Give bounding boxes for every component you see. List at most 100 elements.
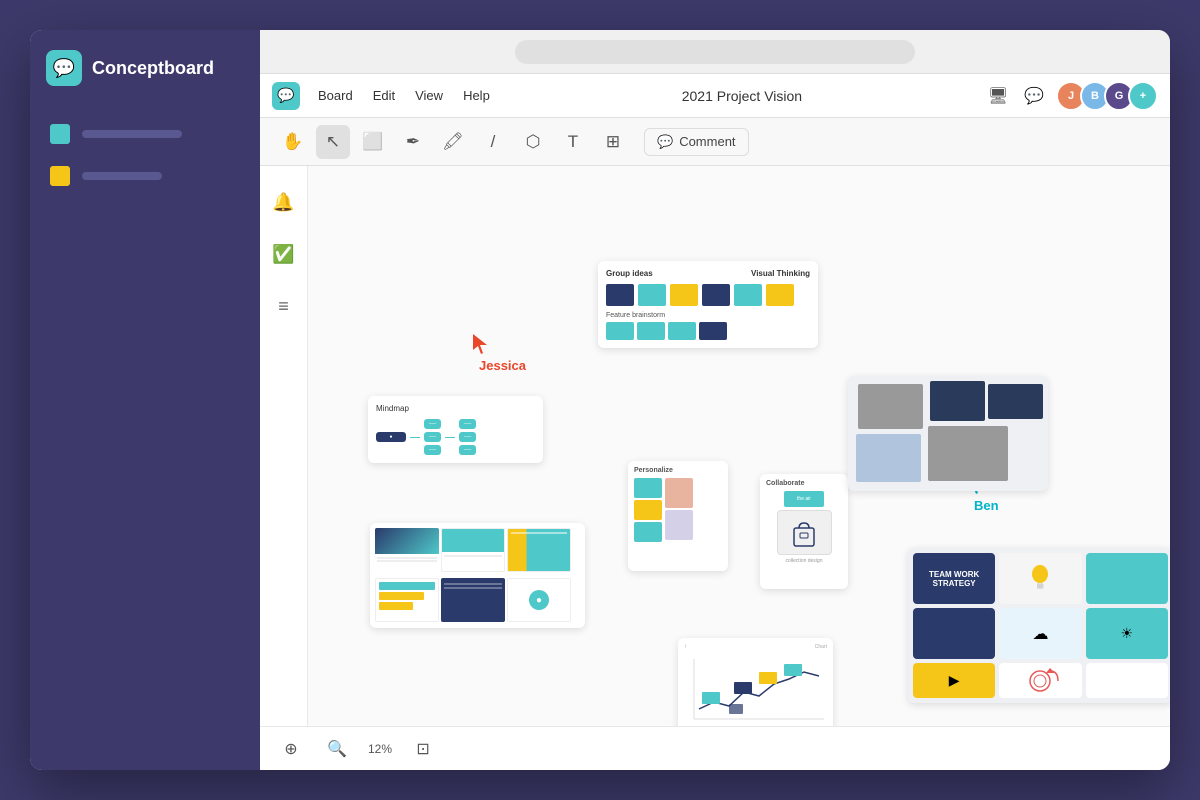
sidebar-item-teal[interactable] xyxy=(46,116,244,152)
pen-tool[interactable]: ✒ xyxy=(396,125,430,159)
mindmap-title: Mindmap xyxy=(376,404,535,413)
sticky-yellow-2 xyxy=(766,284,794,306)
slide-1 xyxy=(375,528,439,572)
mnode-3: ── xyxy=(424,445,441,455)
sticky-notes-group xyxy=(606,284,810,306)
photo-3 xyxy=(928,426,1008,481)
mnode-4: ── xyxy=(459,419,476,429)
slide-6: ● xyxy=(507,578,571,622)
personalize-title: Personalize xyxy=(634,467,722,474)
mline-2 xyxy=(445,437,455,438)
hand-tool[interactable]: ✋ xyxy=(276,125,310,159)
bottom-bar: ⊕ 🔍 12% ⊡ xyxy=(260,726,1170,770)
lightbulb-icon xyxy=(1028,564,1053,594)
feature-brainstorm: Feature brainstorm xyxy=(606,312,810,340)
zoom-in-tool[interactable]: 🔍 xyxy=(322,734,352,764)
slide-5 xyxy=(441,578,505,622)
monitor-icon[interactable]: 🖥 xyxy=(984,82,1012,110)
canvas-board[interactable]: Jessica Ben George xyxy=(308,166,1170,726)
zoom-level: 12% xyxy=(368,742,392,756)
sidebar-logo[interactable]: 💬 Conceptboard xyxy=(46,50,244,86)
comment-button[interactable]: 💬 Comment xyxy=(644,128,749,156)
pers-1 xyxy=(634,478,662,498)
collaborate-content: the air collection design xyxy=(766,491,842,564)
sticky-dark-2 xyxy=(702,284,730,306)
loop-icon xyxy=(1020,663,1060,698)
bell-tool[interactable]: 🔔 xyxy=(268,186,300,218)
sticky-teal-1 xyxy=(638,284,666,306)
chart-y-label: ↑ xyxy=(684,644,687,650)
feat-sticky-2 xyxy=(637,322,665,340)
personalize-content xyxy=(634,478,722,542)
sticky-teal-2 xyxy=(734,284,762,306)
slides-card: ● xyxy=(370,523,585,628)
fit-screen-tool[interactable]: ⊡ xyxy=(408,734,438,764)
pers-sketch-2 xyxy=(665,510,693,540)
tw-slide-sun: ☀ xyxy=(1086,608,1168,659)
collab-sketch xyxy=(777,510,832,555)
compass-tool[interactable]: ⊕ xyxy=(276,734,306,764)
tw-slide-teal xyxy=(1086,553,1168,604)
menu-help[interactable]: Help xyxy=(453,84,500,107)
mnode-6: ── xyxy=(459,445,476,455)
sidebar-color-teal xyxy=(50,124,70,144)
photo-2 xyxy=(930,381,985,421)
feat-sticky-1 xyxy=(606,322,634,340)
avatar-stack: J B G + xyxy=(1056,81,1158,111)
menu-logo-icon: 💬 xyxy=(272,82,300,110)
photo-mosaic xyxy=(848,376,1048,491)
jessica-cursor: Jessica xyxy=(473,334,532,375)
top-bar-search[interactable] xyxy=(515,40,915,64)
tw-slide-cloud: ☁ xyxy=(999,608,1081,659)
list-tool[interactable]: ≡ xyxy=(268,290,300,322)
text-tool[interactable]: T xyxy=(556,125,590,159)
tw-video: ▶ xyxy=(913,663,995,698)
board-title: 2021 Project Vision xyxy=(500,88,984,104)
menu-view[interactable]: View xyxy=(405,84,453,107)
shapes-tool[interactable]: ⬡ xyxy=(516,125,550,159)
line-tool[interactable]: / xyxy=(476,125,510,159)
jessica-name: Jessica xyxy=(473,356,532,375)
collaborate-card: Collaborate the air collection design xyxy=(760,474,848,589)
canvas-left-tools: 🔔 ✅ ≡ xyxy=(260,166,308,726)
menu-board[interactable]: Board xyxy=(308,84,363,107)
feature-stickies xyxy=(606,322,810,340)
tw-lightbulb xyxy=(999,553,1081,604)
pers-3 xyxy=(634,522,662,542)
sticky-yellow-1 xyxy=(670,284,698,306)
collab-sticky-1: the air xyxy=(784,491,824,507)
collaborate-title: Collaborate xyxy=(766,480,842,487)
menu-bar: 💬 Board Edit View Help 2021 Project Visi… xyxy=(260,74,1170,118)
chart-labels: Chart xyxy=(815,644,827,650)
check-tool[interactable]: ✅ xyxy=(268,238,300,270)
toolbar: ✋ ↖ ⬜ ✒ 🖍 / ⬡ T ⊞ 💬 Comment xyxy=(260,118,1170,166)
slide-2 xyxy=(441,528,505,572)
eraser-tool[interactable]: ⬜ xyxy=(356,125,390,159)
bag-sketch xyxy=(789,518,819,548)
feature-brainstorm-label: Feature brainstorm xyxy=(606,312,810,319)
chat-icon[interactable]: 💬 xyxy=(1020,82,1048,110)
mnode-2: ── xyxy=(424,432,441,442)
highlighter-tool[interactable]: 🖍 xyxy=(436,125,470,159)
comment-icon: 💬 xyxy=(657,134,673,150)
logo-text: Conceptboard xyxy=(92,58,214,79)
personalize-left xyxy=(634,478,662,542)
comment-label: Comment xyxy=(679,134,735,149)
visual-thinking-title: Visual Thinking xyxy=(751,269,810,278)
personalize-card: Personalize xyxy=(628,461,728,571)
logo-icon: 💬 xyxy=(46,50,82,86)
sidebar-item-yellow[interactable] xyxy=(46,158,244,194)
feat-sticky-3 xyxy=(668,322,696,340)
table-tool[interactable]: ⊞ xyxy=(596,125,630,159)
menu-edit[interactable]: Edit xyxy=(363,84,405,107)
top-bar xyxy=(260,30,1170,74)
mindmap-nodes: ● ── ── ── ── ── ── xyxy=(376,419,535,455)
cursor-tool[interactable]: ↖ xyxy=(316,125,350,159)
sidebar-item-line-1 xyxy=(82,130,182,138)
mnode-center: ● xyxy=(376,432,406,442)
sticky-dark-1 xyxy=(606,284,634,306)
tw-slide-blue xyxy=(913,608,995,659)
feat-sticky-4 xyxy=(699,322,727,340)
photo-1 xyxy=(858,384,923,429)
sidebar: 💬 Conceptboard xyxy=(30,30,260,770)
